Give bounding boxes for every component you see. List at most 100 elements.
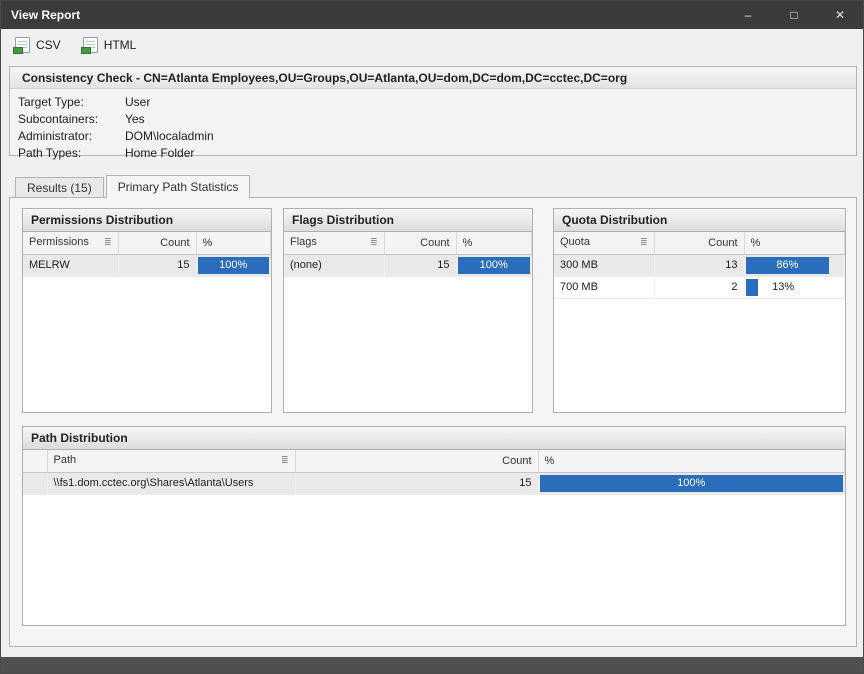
row-percent-cell: 100% — [538, 472, 845, 494]
percent-bar: 86% — [746, 257, 844, 274]
field-label: Subcontainers: — [18, 112, 125, 126]
tab-bar: Results (15) Primary Path Statistics — [9, 175, 250, 198]
flags-table: Flags≣ Count % (none)15 100% — [284, 232, 532, 277]
field-label: Target Type: — [18, 95, 125, 109]
panel-body: Path≣ Count % \\fs1.dom.cctec.org\Shares… — [23, 450, 845, 625]
view-report-window: View Report – □ ✕ CSV HTML Consistency C… — [0, 0, 864, 674]
field-value: DOM\localadmin — [125, 129, 214, 143]
permissions-table-body: MELRW15100% — [23, 254, 271, 276]
table-row[interactable]: 700 MB2 13% — [554, 276, 845, 298]
tab-results[interactable]: Results (15) — [15, 177, 104, 198]
column-header-lead — [23, 450, 47, 472]
table-row[interactable]: \\fs1.dom.cctec.org\Shares\Atlanta\Users… — [23, 472, 845, 494]
report-summary-groupbox: Consistency Check - CN=Atlanta Employees… — [9, 66, 857, 156]
csv-button-label: CSV — [36, 38, 61, 52]
percent-bar-fill: 100% — [540, 475, 844, 492]
status-bar — [1, 657, 863, 673]
table-header-row: Flags≣ Count % — [284, 232, 532, 254]
sort-icon: ≣ — [104, 236, 112, 249]
flags-table-body: (none)15 100% — [284, 254, 532, 276]
percent-label: 100% — [677, 477, 705, 489]
row-lead-cell — [23, 472, 47, 494]
percent-bar-fill: 100% — [458, 257, 531, 274]
close-button[interactable]: ✕ — [817, 1, 863, 29]
field-label: Path Types: — [18, 146, 125, 160]
sort-icon: ≣ — [281, 454, 289, 467]
row-count: 15 — [384, 254, 456, 276]
percent-label: 86% — [776, 259, 798, 271]
panel-title: Flags Distribution — [284, 209, 532, 232]
column-header-count[interactable]: Count — [118, 232, 196, 254]
percent-bar-fill — [746, 279, 759, 296]
report-fields: Target Type: User Subcontainers: Yes Adm… — [10, 89, 856, 161]
field-administrator: Administrator: DOM\localadmin — [18, 127, 848, 144]
panel-body: Permissions≣ Count % MELRW15100% — [23, 232, 271, 412]
percent-bar-fill: 86% — [746, 257, 830, 274]
sort-icon: ≣ — [640, 236, 648, 249]
row-name: 700 MB — [554, 276, 654, 298]
column-header-count[interactable]: Count — [654, 232, 744, 254]
field-path-types: Path Types: Home Folder — [18, 144, 848, 161]
window-title: View Report — [1, 8, 725, 22]
row-count: 15 — [118, 254, 196, 276]
field-target-type: Target Type: User — [18, 93, 848, 110]
html-button-label: HTML — [104, 38, 137, 52]
field-value: Home Folder — [125, 146, 194, 160]
field-subcontainers: Subcontainers: Yes — [18, 110, 848, 127]
column-header-percent[interactable]: % — [744, 232, 845, 254]
percent-bar: 100% — [198, 257, 270, 274]
path-distribution-panel: Path Distribution Path≣ Count % \\fs1.do… — [22, 426, 846, 626]
row-name: MELRW — [23, 254, 118, 276]
csv-file-icon — [15, 37, 30, 53]
percent-label: 13% — [772, 279, 794, 296]
row-percent-cell: 100% — [456, 254, 532, 276]
row-percent-cell: 100% — [196, 254, 271, 276]
column-header-count[interactable]: Count — [295, 450, 538, 472]
toolbar: CSV HTML — [1, 29, 863, 61]
table-header-row: Quota≣ Count % — [554, 232, 845, 254]
column-header-quota[interactable]: Quota≣ — [554, 232, 654, 254]
field-label: Administrator: — [18, 129, 125, 143]
field-value: Yes — [125, 112, 145, 126]
percent-bar: 100% — [540, 475, 844, 492]
percent-label: 100% — [480, 259, 508, 271]
column-header-count[interactable]: Count — [384, 232, 456, 254]
column-header-flags[interactable]: Flags≣ — [284, 232, 384, 254]
permissions-distribution-panel: Permissions Distribution Permissions≣ Co… — [22, 208, 272, 413]
field-value: User — [125, 95, 150, 109]
export-html-button[interactable]: HTML — [77, 33, 143, 57]
maximize-button[interactable]: □ — [771, 1, 817, 29]
minimize-button[interactable]: – — [725, 1, 771, 29]
column-header-percent[interactable]: % — [538, 450, 845, 472]
quota-table-body: 300 MB1386%700 MB213% — [554, 254, 845, 298]
column-header-percent[interactable]: % — [456, 232, 532, 254]
column-header-percent[interactable]: % — [196, 232, 271, 254]
sort-icon: ≣ — [370, 236, 378, 249]
html-file-icon — [83, 37, 98, 53]
row-count: 15 — [295, 472, 538, 494]
tab-page-primary-path-statistics: Permissions Distribution Permissions≣ Co… — [9, 197, 857, 647]
percent-bar-fill: 100% — [198, 257, 270, 274]
column-header-path[interactable]: Path≣ — [47, 450, 295, 472]
row-name: (none) — [284, 254, 384, 276]
panel-title: Path Distribution — [23, 427, 845, 450]
permissions-table: Permissions≣ Count % MELRW15100% — [23, 232, 271, 277]
panel-body: Quota≣ Count % 300 MB1386%700 MB213% — [554, 232, 845, 412]
table-row[interactable]: (none)15 100% — [284, 254, 532, 276]
row-count: 2 — [654, 276, 744, 298]
table-row[interactable]: 300 MB1386% — [554, 254, 845, 276]
table-row[interactable]: MELRW15100% — [23, 254, 271, 276]
path-table: Path≣ Count % \\fs1.dom.cctec.org\Shares… — [23, 450, 845, 495]
percent-bar: 100% — [458, 257, 531, 274]
column-header-permissions[interactable]: Permissions≣ — [23, 232, 118, 254]
table-header-row: Permissions≣ Count % — [23, 232, 271, 254]
path-table-body: \\fs1.dom.cctec.org\Shares\Atlanta\Users… — [23, 472, 845, 494]
quota-table: Quota≣ Count % 300 MB1386%700 MB213% — [554, 232, 845, 299]
quota-distribution-panel: Quota Distribution Quota≣ Count % 300 MB… — [553, 208, 846, 413]
flags-distribution-panel: Flags Distribution Flags≣ Count % (none)… — [283, 208, 533, 413]
export-csv-button[interactable]: CSV — [9, 33, 67, 57]
panel-title: Quota Distribution — [554, 209, 845, 232]
row-count: 13 — [654, 254, 744, 276]
tab-primary-path-statistics[interactable]: Primary Path Statistics — [106, 175, 251, 198]
table-header-row: Path≣ Count % — [23, 450, 845, 472]
